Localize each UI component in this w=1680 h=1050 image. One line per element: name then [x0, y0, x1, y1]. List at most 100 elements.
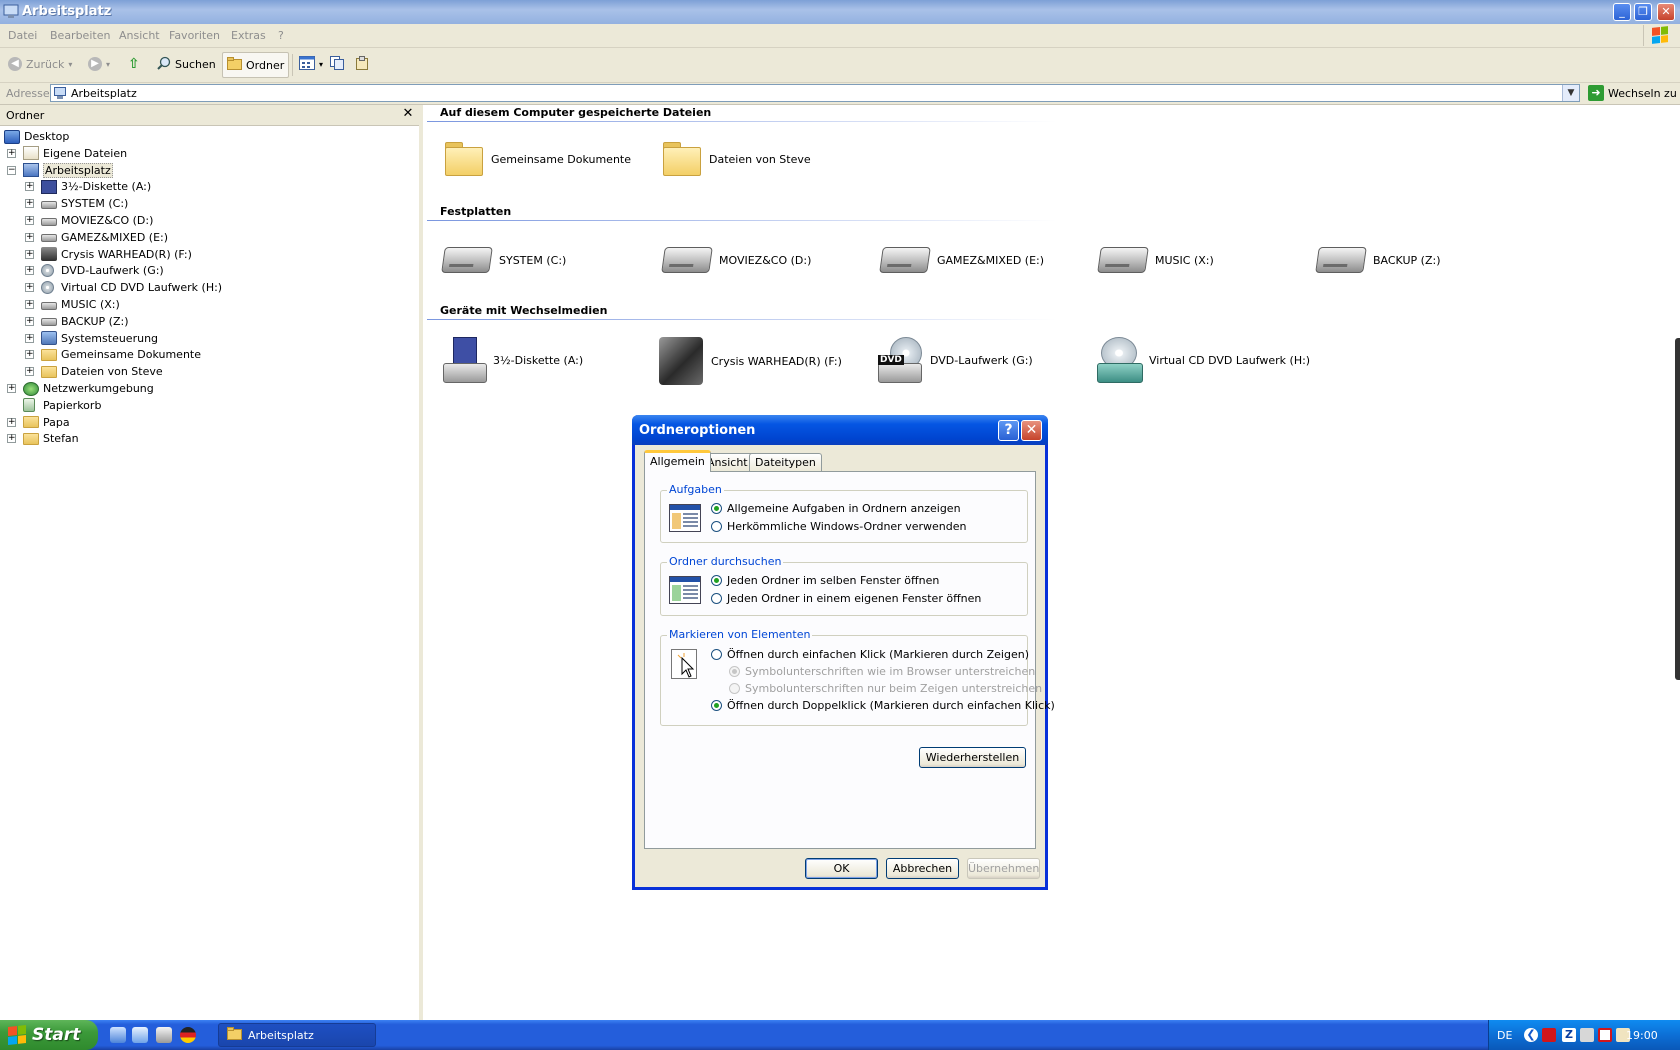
- apply-button[interactable]: Übernehmen: [967, 858, 1040, 879]
- language-indicator[interactable]: DE: [1497, 1029, 1512, 1042]
- tree-item[interactable]: + Papa: [7, 414, 70, 431]
- item-drive-d[interactable]: MOVIEZ&CO (D:): [661, 247, 811, 273]
- quicklaunch-desktop-icon[interactable]: [132, 1027, 148, 1043]
- tray-arrow-icon[interactable]: ❮: [1524, 1028, 1538, 1042]
- clock[interactable]: 19:00: [1626, 1029, 1658, 1042]
- restore-defaults-button[interactable]: Wiederherstellen: [919, 747, 1026, 768]
- expand-icon[interactable]: +: [25, 283, 34, 293]
- go-button[interactable]: ➜ Wechseln zu: [1588, 85, 1677, 101]
- expand-icon[interactable]: +: [25, 300, 34, 309]
- expand-icon[interactable]: +: [25, 350, 34, 360]
- tree-item[interactable]: + MOVIEZ&CO (D:): [25, 212, 153, 229]
- tree-item[interactable]: + BACKUP (Z:): [25, 313, 128, 330]
- menu-favoriten[interactable]: Favoriten: [169, 29, 220, 42]
- expand-icon[interactable]: +: [25, 333, 34, 343]
- radio-show-tasks[interactable]: Allgemeine Aufgaben in Ordnern anzeigen: [711, 502, 961, 515]
- minimize-button[interactable]: _: [1613, 3, 1631, 21]
- up-folder-button[interactable]: ⇧: [128, 52, 140, 76]
- item-virtual-cd-h[interactable]: Virtual CD DVD Laufwerk (H:): [1097, 337, 1310, 383]
- expand-icon[interactable]: +: [7, 384, 16, 393]
- item-drive-c[interactable]: SYSTEM (C:): [441, 247, 566, 273]
- item-game-f[interactable]: Crysis WARHEAD(R) (F:): [659, 337, 842, 385]
- radio-single-click[interactable]: Öffnen durch einfachen Klick (Markieren …: [711, 648, 1029, 661]
- tree-item[interactable]: + Gemeinsame Dokumente: [25, 346, 201, 363]
- maximize-button[interactable]: ❐: [1634, 3, 1652, 21]
- radio-own-window[interactable]: Jeden Ordner in einem eigenen Fenster öf…: [711, 592, 981, 605]
- address-dropdown-button[interactable]: ▼: [1562, 85, 1579, 101]
- menu-help[interactable]: ?: [278, 29, 284, 42]
- move-to-button[interactable]: [355, 52, 369, 76]
- tray-settings-icon[interactable]: [1580, 1028, 1594, 1042]
- menu-bearbeiten[interactable]: Bearbeiten: [50, 29, 110, 42]
- quicklaunch-program-icon[interactable]: [156, 1027, 172, 1043]
- dialog-help-button[interactable]: ?: [998, 420, 1019, 441]
- expand-icon[interactable]: +: [25, 266, 34, 276]
- copy-to-button[interactable]: [330, 52, 344, 76]
- tree-item[interactable]: + Dateien von Steve: [25, 363, 163, 380]
- close-folder-pane-button[interactable]: ✕: [401, 106, 415, 122]
- expand-icon[interactable]: +: [25, 316, 34, 326]
- item-drive-x[interactable]: MUSIC (X:): [1097, 247, 1214, 273]
- quicklaunch-explorer-icon[interactable]: [110, 1027, 126, 1043]
- menu-datei[interactable]: Datei: [8, 29, 37, 42]
- radio-underline-browser[interactable]: Symbolunterschriften wie im Browser unte…: [729, 665, 1035, 678]
- tab-allgemein[interactable]: Allgemein: [644, 450, 711, 472]
- collapse-icon[interactable]: −: [7, 165, 16, 175]
- tree-item[interactable]: + Eigene Dateien: [7, 145, 127, 162]
- tree-item[interactable]: + Systemsteuerung: [25, 330, 158, 347]
- expand-icon[interactable]: +: [25, 249, 34, 259]
- item-dvd-g[interactable]: DVD DVD-Laufwerk (G:): [878, 337, 1033, 383]
- item-steve-files[interactable]: Dateien von Steve: [663, 142, 811, 176]
- tree-item[interactable]: + DVD-Laufwerk (G:): [25, 262, 164, 279]
- tree-item[interactable]: + Crysis WARHEAD(R) (F:): [25, 246, 192, 263]
- radio-double-click[interactable]: Öffnen durch Doppelklick (Markieren durc…: [711, 699, 1055, 712]
- tree-item[interactable]: + GAMEZ&MIXED (E:): [25, 229, 168, 246]
- tree-item[interactable]: + Stefan: [7, 430, 79, 447]
- start-button[interactable]: Start: [0, 1020, 98, 1050]
- tree-item[interactable]: Desktop: [4, 128, 69, 145]
- tab-dateitypen[interactable]: Dateitypen: [749, 453, 822, 471]
- expand-icon[interactable]: +: [7, 148, 16, 158]
- dialog-title-bar[interactable]: Ordneroptionen ? ✕: [632, 415, 1048, 445]
- search-button[interactable]: Suchen: [157, 52, 216, 76]
- tree-item[interactable]: Papierkorb: [7, 397, 101, 414]
- radio-classic-folders[interactable]: Herkömmliche Windows-Ordner verwenden: [711, 520, 966, 533]
- menu-ansicht[interactable]: Ansicht: [119, 29, 160, 42]
- quicklaunch-flag-icon[interactable]: [180, 1027, 196, 1043]
- folders-button[interactable]: Ordner: [222, 52, 290, 78]
- expand-icon[interactable]: +: [7, 417, 16, 427]
- cancel-button[interactable]: Abbrechen: [886, 858, 959, 879]
- back-button[interactable]: ◀ Zurück ▾: [8, 52, 72, 76]
- menu-extras[interactable]: Extras: [231, 29, 266, 42]
- tray-ati-icon[interactable]: [1542, 1028, 1556, 1042]
- expand-icon[interactable]: +: [25, 216, 34, 225]
- tree-item[interactable]: + Virtual CD DVD Laufwerk (H:): [25, 279, 222, 296]
- taskbar-button-arbeitsplatz[interactable]: Arbeitsplatz: [218, 1023, 376, 1047]
- item-floppy-a[interactable]: 3½-Diskette (A:): [441, 337, 583, 383]
- item-drive-e[interactable]: GAMEZ&MIXED (E:): [879, 247, 1044, 273]
- view-menu-button[interactable]: ▾: [299, 52, 323, 76]
- expand-icon[interactable]: +: [25, 367, 34, 377]
- tree-item[interactable]: + MUSIC (X:): [25, 296, 120, 313]
- expand-icon[interactable]: +: [25, 182, 34, 192]
- tree-item[interactable]: +3½-Diskette (A:): [25, 178, 151, 195]
- tree-item[interactable]: − Arbeitsplatz: [7, 162, 113, 179]
- expand-icon[interactable]: +: [25, 232, 34, 242]
- tree-item[interactable]: + Netzwerkumgebung: [7, 380, 154, 397]
- scrollbar-edge[interactable]: [1675, 338, 1680, 680]
- tray-zonealarm-icon[interactable]: Z: [1562, 1028, 1576, 1042]
- tray-antivirus-icon[interactable]: [1598, 1028, 1612, 1042]
- item-drive-z[interactable]: BACKUP (Z:): [1315, 247, 1440, 273]
- radio-underline-hover[interactable]: Symbolunterschriften nur beim Zeigen unt…: [729, 682, 1042, 695]
- forward-button[interactable]: ▶ ▾: [88, 52, 110, 76]
- close-window-button[interactable]: ✕: [1657, 3, 1675, 21]
- window-title-bar[interactable]: Arbeitsplatz _ ❐ ✕: [0, 0, 1680, 24]
- address-field[interactable]: Arbeitsplatz ▼: [50, 84, 1580, 102]
- item-shared-documents[interactable]: Gemeinsame Dokumente: [445, 142, 631, 176]
- dialog-close-button[interactable]: ✕: [1021, 420, 1042, 441]
- ok-button[interactable]: OK: [805, 858, 878, 879]
- radio-same-window[interactable]: Jeden Ordner im selben Fenster öffnen: [711, 574, 939, 587]
- tree-item[interactable]: + SYSTEM (C:): [25, 195, 128, 212]
- expand-icon[interactable]: +: [25, 199, 34, 209]
- expand-icon[interactable]: +: [7, 434, 16, 444]
